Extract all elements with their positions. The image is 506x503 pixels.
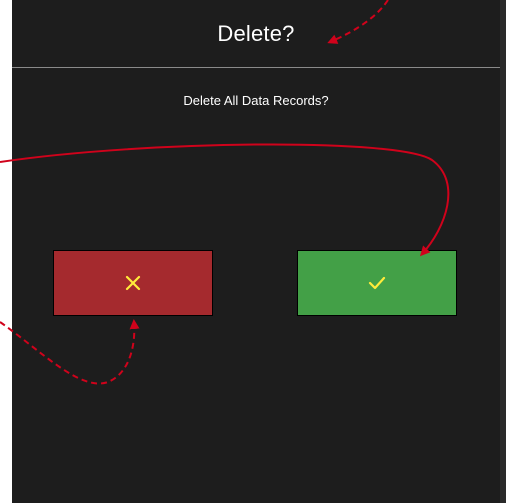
dialog-title-bar: Delete?: [12, 0, 500, 68]
dialog-title: Delete?: [217, 20, 295, 46]
cancel-button[interactable]: [53, 250, 213, 316]
check-icon: [368, 276, 386, 290]
close-icon: [125, 275, 141, 291]
confirm-button[interactable]: [297, 250, 457, 316]
dialog-message: Delete All Data Records?: [183, 93, 329, 108]
delete-dialog: Delete? Delete All Data Records?: [12, 0, 500, 503]
window-edge: [500, 0, 506, 503]
